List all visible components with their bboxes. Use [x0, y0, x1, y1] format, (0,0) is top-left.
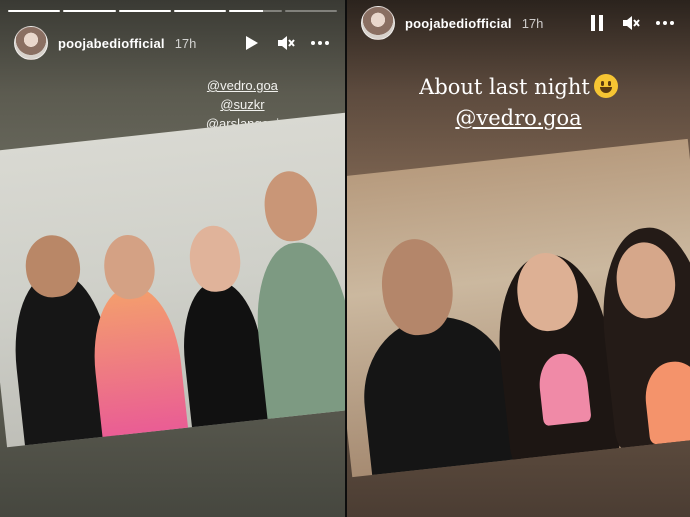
grinning-face-icon — [593, 74, 618, 98]
play-icon[interactable] — [241, 32, 263, 54]
pause-icon[interactable] — [586, 12, 608, 34]
story-header: poojabediofficial 17h — [361, 6, 676, 40]
story-right[interactable]: poojabediofficial 17h About last night @… — [347, 0, 690, 517]
mute-icon[interactable] — [620, 12, 642, 34]
mention-link[interactable]: @vedro.goa — [347, 103, 690, 134]
progress-fill — [173, 10, 227, 12]
story-photo — [347, 138, 690, 478]
mention-link[interactable]: @vedro.goa — [206, 76, 279, 95]
progress-fill — [118, 10, 171, 12]
more-icon[interactable] — [309, 32, 331, 54]
person — [186, 223, 244, 295]
progress-segment — [8, 10, 61, 12]
progress-fill — [63, 10, 116, 12]
person — [86, 282, 191, 448]
story-left[interactable]: poojabediofficial 17h @vedro.goa @suzkr … — [0, 0, 345, 517]
person — [261, 168, 321, 244]
person — [101, 232, 158, 302]
progress-fill — [8, 10, 61, 12]
caption-text: About last night — [419, 75, 590, 99]
story-photo — [0, 112, 345, 448]
caption-line: About last night — [347, 72, 690, 103]
progress-segment — [173, 10, 227, 12]
progress-segment — [229, 10, 282, 12]
mention-link[interactable]: @suzkr — [206, 95, 279, 114]
story-caption: About last night @vedro.goa — [347, 72, 690, 134]
person — [355, 309, 524, 478]
avatar[interactable] — [361, 6, 395, 40]
progress-segment — [284, 10, 337, 12]
avatar[interactable] — [14, 26, 48, 60]
progress-segment — [118, 10, 171, 12]
username[interactable]: poojabediofficial — [405, 16, 512, 31]
progress-segment — [63, 10, 116, 12]
story-header: poojabediofficial 17h — [14, 26, 331, 60]
story-progress-bar — [8, 10, 337, 12]
timestamp: 17h — [521, 15, 544, 31]
mute-icon[interactable] — [275, 32, 297, 54]
person — [176, 277, 272, 446]
stories-screenshot: poojabediofficial 17h @vedro.goa @suzkr … — [0, 0, 690, 517]
timestamp: 17h — [174, 35, 197, 51]
progress-fill — [229, 10, 264, 12]
username[interactable]: poojabediofficial — [58, 36, 165, 51]
more-icon[interactable] — [654, 12, 676, 34]
